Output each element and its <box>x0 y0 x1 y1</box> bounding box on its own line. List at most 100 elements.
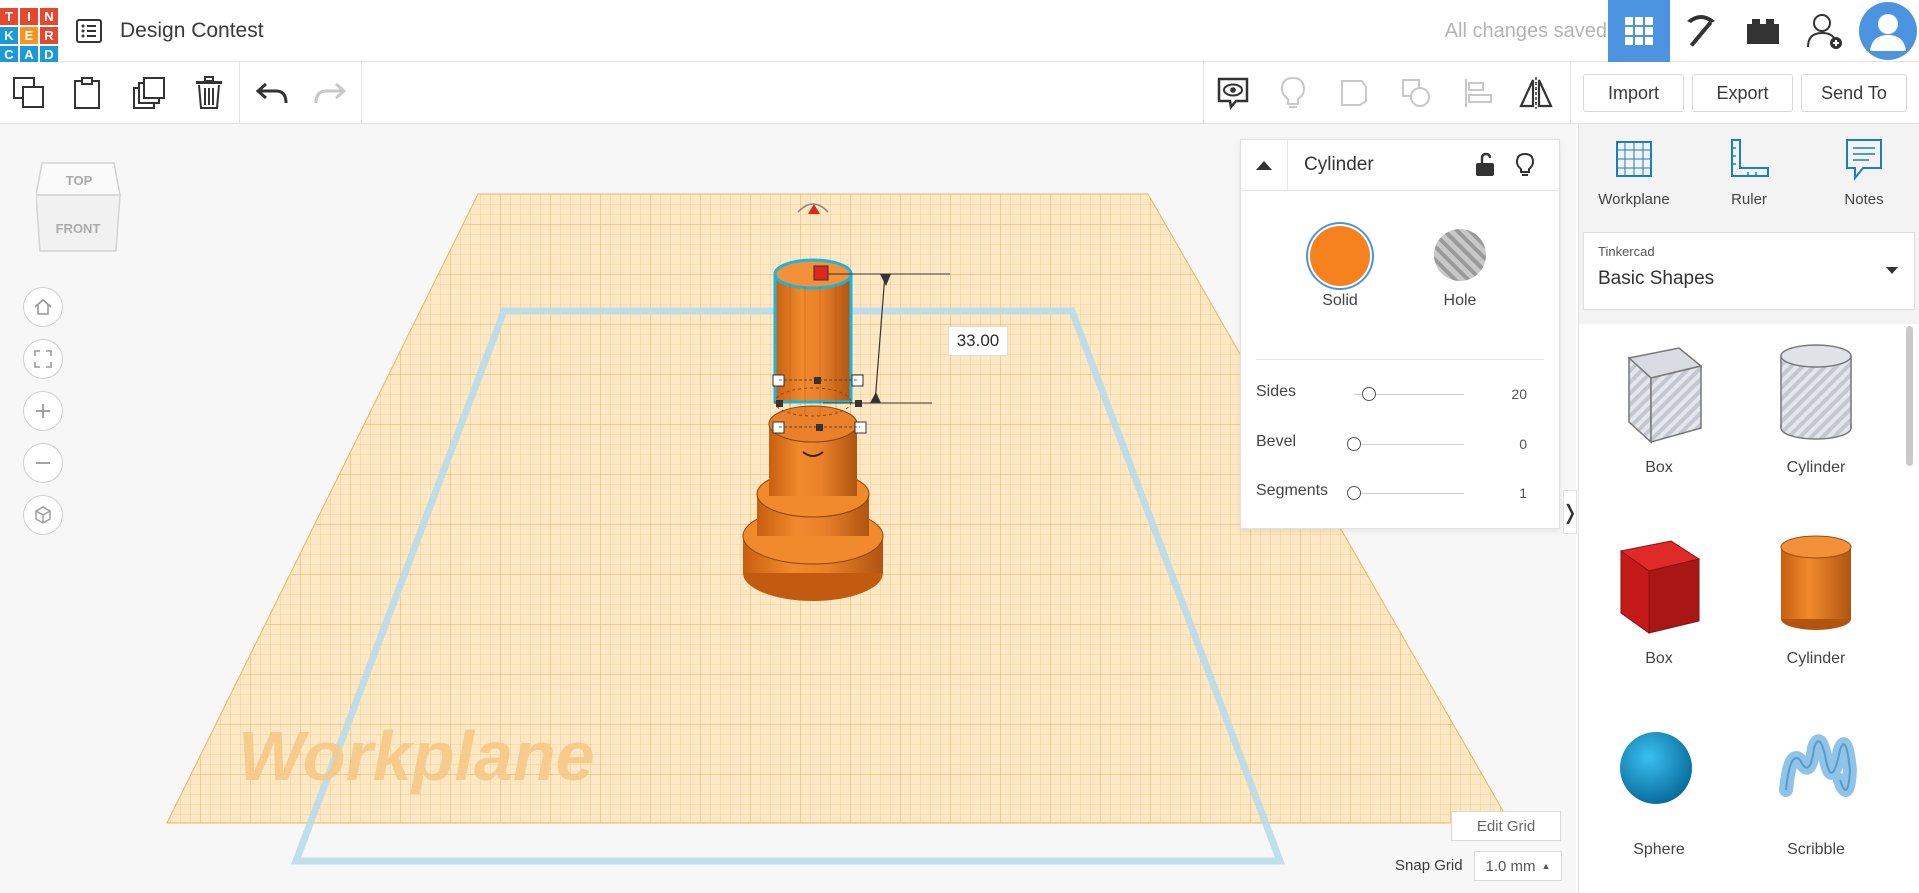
shape-item[interactable]: Box <box>1584 529 1734 668</box>
shape-item[interactable]: Box <box>1584 338 1734 477</box>
undo-button[interactable] <box>252 73 292 113</box>
eye-bubble-icon <box>1217 77 1249 110</box>
redo-button[interactable] <box>310 73 350 113</box>
hole-swatch[interactable] <box>1434 229 1486 281</box>
hint-button[interactable] <box>1273 73 1313 113</box>
perspective-button[interactable] <box>23 495 63 535</box>
collapse-inspector-button[interactable] <box>1241 140 1288 190</box>
note-icon <box>1846 139 1882 181</box>
edit-toolbar: Import Export Send To <box>0 62 1919 124</box>
snap-grid-select[interactable]: 1.0 mm ▲ <box>1474 851 1562 881</box>
lock-button[interactable] <box>1474 152 1496 183</box>
logo-letter: R <box>40 27 58 44</box>
ungroup-icon <box>1402 79 1430 107</box>
chevron-right-icon: ❭ <box>1561 501 1579 524</box>
edit-grid-button[interactable]: Edit Grid <box>1451 811 1561 841</box>
tinkercad-logo[interactable]: T I N K E R C A D <box>0 8 58 63</box>
shape-label: Scribble <box>1787 841 1845 858</box>
solid-color-swatch[interactable] <box>1310 226 1370 286</box>
workplane-tool-label: Workplane <box>1598 191 1670 208</box>
delete-button[interactable] <box>189 73 229 113</box>
align-icon <box>1465 79 1492 107</box>
plus-icon <box>36 404 50 418</box>
segments-value[interactable]: 1 <box>1519 485 1527 501</box>
segments-slider-track[interactable] <box>1354 493 1464 494</box>
light-button[interactable] <box>1515 152 1535 183</box>
cylinder-hole-icon <box>1780 344 1852 440</box>
mirror-button[interactable] <box>1516 73 1556 113</box>
zoom-in-button[interactable] <box>23 391 63 431</box>
viewcube-front-label: FRONT <box>56 221 101 236</box>
design-title[interactable]: Design Contest <box>120 19 264 43</box>
shape-item[interactable]: Scribble <box>1741 720 1891 859</box>
import-button[interactable]: Import <box>1583 74 1684 112</box>
workplane-tool[interactable]: Workplane <box>1584 136 1684 208</box>
collapse-panel-button[interactable]: ❭ <box>1561 490 1579 534</box>
brick-icon <box>1747 19 1779 44</box>
ungroup-button[interactable] <box>1396 73 1436 113</box>
shape-label: Cylinder <box>1786 459 1846 476</box>
fit-icon <box>34 350 52 368</box>
sides-slider-handle[interactable] <box>1362 387 1376 401</box>
show-all-button[interactable] <box>1213 73 1253 113</box>
copy-button[interactable] <box>9 73 49 113</box>
bricks-button[interactable] <box>1732 0 1794 62</box>
shape-label: Cylinder <box>1786 650 1846 667</box>
copy-icon <box>13 77 44 108</box>
trash-icon <box>196 76 222 109</box>
height-dimension-input[interactable]: 33.00 <box>948 326 1008 356</box>
align-button[interactable] <box>1458 73 1498 113</box>
bevel-label: Bevel <box>1256 433 1297 450</box>
zoom-out-button[interactable] <box>23 443 63 483</box>
ruler-tool[interactable]: Ruler <box>1699 136 1799 208</box>
lightbulb-icon <box>1515 152 1535 176</box>
shape-inspector: Cylinder Solid Hole Sides 20 Bevel 0 Seg… <box>1240 139 1560 529</box>
inspector-header: Cylinder <box>1241 140 1559 191</box>
cylinder-orange-icon <box>1780 535 1852 630</box>
grid-icon <box>1625 17 1653 45</box>
logo-letter: I <box>20 8 38 25</box>
caret-up-icon: ▲ <box>1541 861 1551 871</box>
shape-item[interactable]: Sphere <box>1584 720 1734 859</box>
caret-down-icon <box>1886 267 1898 274</box>
invite-user-button[interactable] <box>1794 0 1856 62</box>
inspector-shape-name[interactable]: Cylinder <box>1304 154 1374 176</box>
fit-view-button[interactable] <box>23 339 63 379</box>
duplicate-icon <box>133 77 165 109</box>
paste-button[interactable] <box>67 73 107 113</box>
view-cube[interactable]: TOP FRONT <box>36 155 122 253</box>
group-icon <box>1341 80 1367 106</box>
3d-design-button[interactable] <box>1608 0 1670 62</box>
logo-letter: K <box>0 27 18 44</box>
shape-label: Box <box>1645 459 1673 476</box>
shape-item[interactable]: Cylinder <box>1741 529 1891 668</box>
blocks-button[interactable] <box>1670 0 1732 62</box>
design-list-icon[interactable] <box>76 19 102 43</box>
shapes-panel: Workplane Ruler Notes Tinkercad Basic Sh… <box>1578 124 1919 893</box>
library-name: Basic Shapes <box>1598 268 1715 289</box>
box-red-icon <box>1619 540 1701 634</box>
notes-tool[interactable]: Notes <box>1814 136 1914 208</box>
workplane-watermark: Workplane <box>238 717 595 795</box>
shape-item[interactable]: Cylinder <box>1741 338 1891 477</box>
send-to-button[interactable]: Send To <box>1801 74 1907 112</box>
bevel-value[interactable]: 0 <box>1519 436 1527 452</box>
export-button[interactable]: Export <box>1692 74 1793 112</box>
snap-grid-label: Snap Grid <box>1395 857 1463 874</box>
duplicate-button[interactable] <box>129 73 169 113</box>
shape-library-select[interactable]: Tinkercad Basic Shapes <box>1583 232 1915 310</box>
home-view-button[interactable] <box>23 287 63 327</box>
segments-slider-handle[interactable] <box>1347 486 1361 500</box>
bevel-slider-handle[interactable] <box>1347 437 1361 451</box>
user-avatar[interactable] <box>1857 0 1919 62</box>
group-button[interactable] <box>1334 73 1374 113</box>
undo-icon <box>256 82 288 104</box>
sides-value[interactable]: 20 <box>1511 386 1527 402</box>
segments-label: Segments <box>1256 482 1329 499</box>
shapes-scrollbar[interactable] <box>1906 326 1913 466</box>
logo-letter: T <box>0 8 18 25</box>
shape-grid: Box Cylinder Box Cylinder Sphere Scribbl… <box>1579 324 1919 893</box>
bevel-slider-track[interactable] <box>1354 444 1464 445</box>
mirror-icon <box>1519 77 1553 109</box>
logo-letter: N <box>40 8 58 25</box>
